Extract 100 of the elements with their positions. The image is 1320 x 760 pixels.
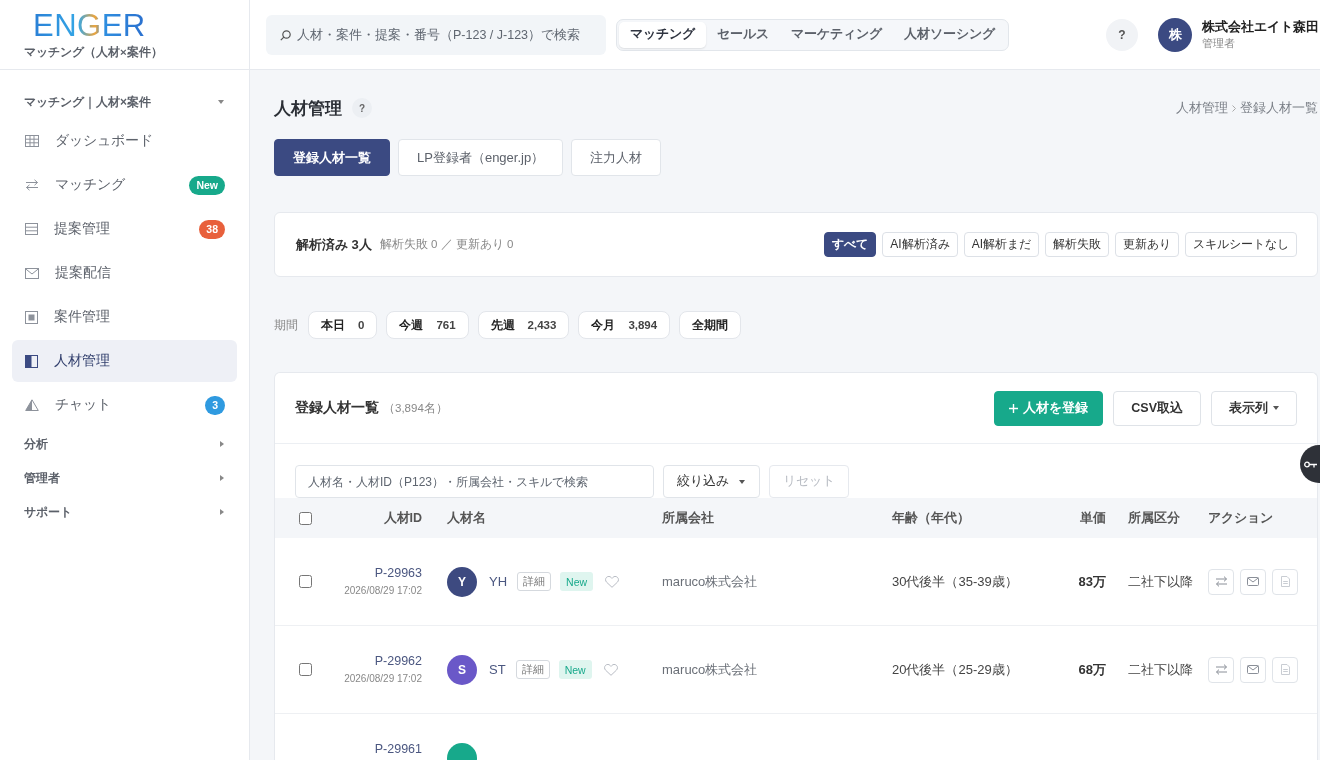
user-avatar[interactable]: 株	[1158, 17, 1192, 52]
filter-dropdown[interactable]: 絞り込み	[663, 465, 760, 498]
user-role: 管理者	[1202, 37, 1236, 50]
affiliation-label: 二社下以降	[1128, 660, 1193, 679]
import-button[interactable]: CSV取込	[1113, 390, 1201, 426]
period-chip[interactable]: 今月 3,894	[578, 311, 671, 339]
breadcrumb-current: 登録人材一覧	[1240, 99, 1318, 117]
period-chip[interactable]: 本日 0	[308, 311, 378, 339]
breadcrumb-link[interactable]: 人材管理	[1176, 99, 1228, 117]
list-title: 登録人材一覧	[295, 399, 379, 417]
list-count: （3,894名）	[383, 400, 448, 416]
column-header: 所属会社	[662, 509, 714, 527]
period-chip[interactable]: 全期間	[679, 311, 742, 339]
company-name: maruco株式会社	[662, 572, 758, 591]
unit-price: 83万	[1078, 572, 1106, 591]
page-tab[interactable]: 注力人材	[571, 139, 662, 176]
column-header: 年齢（年代）	[892, 509, 970, 527]
filter-chip[interactable]: 解析失敗	[1045, 232, 1109, 257]
user-name: 株式会社エイト森田	[1202, 19, 1320, 35]
columns-dropdown[interactable]: 表示列	[1211, 390, 1297, 426]
mail-icon	[1247, 665, 1259, 674]
search-field[interactable]: 人材名・人材ID（P123）・所属会社・スキルで検索	[295, 465, 654, 498]
sidebar-item[interactable]: 提案配信	[12, 252, 237, 294]
filter-chip[interactable]: スキルシートなし	[1185, 232, 1297, 257]
mode-tab[interactable]: セールス	[706, 21, 780, 48]
period-chip[interactable]: 先週 2,433	[477, 311, 570, 339]
half-square-icon	[25, 354, 38, 368]
app-subtitle: マッチング（人材×案件）	[24, 45, 163, 60]
talent-id[interactable]: P-29961	[374, 741, 422, 757]
search-icon	[280, 29, 291, 41]
list-icon	[25, 223, 38, 235]
column-header: 人材名	[447, 509, 486, 527]
caret-icon	[1273, 406, 1279, 410]
help-button[interactable]: ?	[352, 98, 372, 118]
swap-icon	[25, 179, 39, 191]
row-checkbox[interactable]	[298, 663, 312, 676]
action-button[interactable]	[1208, 568, 1234, 595]
period-label: 期間	[274, 316, 298, 334]
document-icon	[1280, 664, 1290, 675]
mail-icon	[1247, 577, 1259, 586]
period-chip[interactable]: 今週 761	[386, 311, 469, 339]
square-icon	[25, 310, 38, 324]
mode-tab[interactable]: マーケティング	[780, 21, 893, 48]
age-range: 20代後半（25-29歳）	[892, 660, 1018, 679]
sidebar-item[interactable]: チャット 3	[12, 384, 237, 426]
sidebar-item[interactable]: 人材管理	[12, 340, 237, 382]
nav-badge: New	[189, 175, 225, 195]
page-title: 人材管理	[274, 97, 342, 120]
sidebar-item[interactable]: ダッシュボード	[12, 120, 237, 162]
action-button[interactable]	[1240, 656, 1266, 683]
new-tag: New	[558, 660, 592, 679]
caret-icon	[739, 479, 745, 484]
registered-date: 2026/08/29 17:02	[344, 672, 422, 686]
select-all-checkbox[interactable]	[298, 511, 312, 525]
detail-button[interactable]: 詳細	[517, 572, 552, 591]
affiliation-label: 二社下以降	[1128, 572, 1193, 591]
filter-chip[interactable]: 更新あり	[1115, 232, 1179, 257]
key-icon	[1304, 459, 1317, 469]
talent-id[interactable]: P-29962	[374, 653, 422, 669]
action-button[interactable]	[1208, 656, 1234, 683]
filter-chip[interactable]: すべて	[824, 232, 877, 257]
action-button[interactable]	[1240, 568, 1266, 595]
avatar: S	[447, 654, 477, 685]
nav-badge: 3	[205, 395, 225, 415]
section-toggle[interactable]: 分析	[12, 427, 237, 461]
document-icon	[1280, 576, 1290, 587]
row-checkbox[interactable]	[298, 575, 312, 588]
filter-chip[interactable]: AI解析まだ	[963, 232, 1039, 257]
swap-icon	[1214, 576, 1228, 587]
age-range: 30代後半（35-39歳）	[892, 572, 1018, 591]
help-button[interactable]: ?	[1106, 18, 1138, 51]
detail-button[interactable]: 詳細	[515, 660, 550, 679]
talent-name: ST	[489, 662, 506, 677]
grid-icon	[25, 135, 39, 147]
sidebar-item[interactable]: 案件管理	[12, 296, 237, 338]
sidebar-item[interactable]: マッチング New	[12, 164, 237, 206]
nav-badge: 38	[199, 219, 225, 239]
column-header: 単価	[1080, 509, 1106, 527]
analysis-summary: 解析済み 3人	[296, 235, 372, 254]
column-header: アクション	[1208, 509, 1273, 527]
mode-tab[interactable]: マッチング	[619, 21, 706, 48]
mode-tab[interactable]: 人材ソーシング	[893, 21, 1006, 48]
registered-date: 2026/08/29 17:02	[344, 584, 422, 598]
section-toggle[interactable]: マッチング｜人材×案件	[12, 85, 237, 119]
analysis-detail: 解析失敗 0 ／ 更新あり 0	[379, 237, 514, 252]
talent-id[interactable]: P-29963	[374, 565, 422, 581]
column-header: 所属区分	[1128, 509, 1180, 527]
page-tab[interactable]: 登録人材一覧	[274, 139, 390, 176]
mail-icon	[25, 267, 39, 279]
triangle-icon	[25, 399, 39, 411]
sidebar-item[interactable]: 提案管理 38	[12, 208, 237, 250]
section-toggle[interactable]: サポート	[12, 495, 237, 529]
talent-name: YH	[489, 574, 508, 589]
avatar: Y	[447, 566, 477, 597]
section-toggle[interactable]: 管理者	[12, 461, 237, 495]
page-tab[interactable]: LP登録者（enger.jp）	[398, 139, 564, 176]
search-field[interactable]: 人材・案件・提案・番号（P-123 / J-123）で検索	[266, 14, 606, 55]
new-tag: New	[560, 572, 594, 591]
filter-chip[interactable]: AI解析済み	[882, 232, 958, 257]
column-header: 人材ID	[383, 509, 422, 527]
